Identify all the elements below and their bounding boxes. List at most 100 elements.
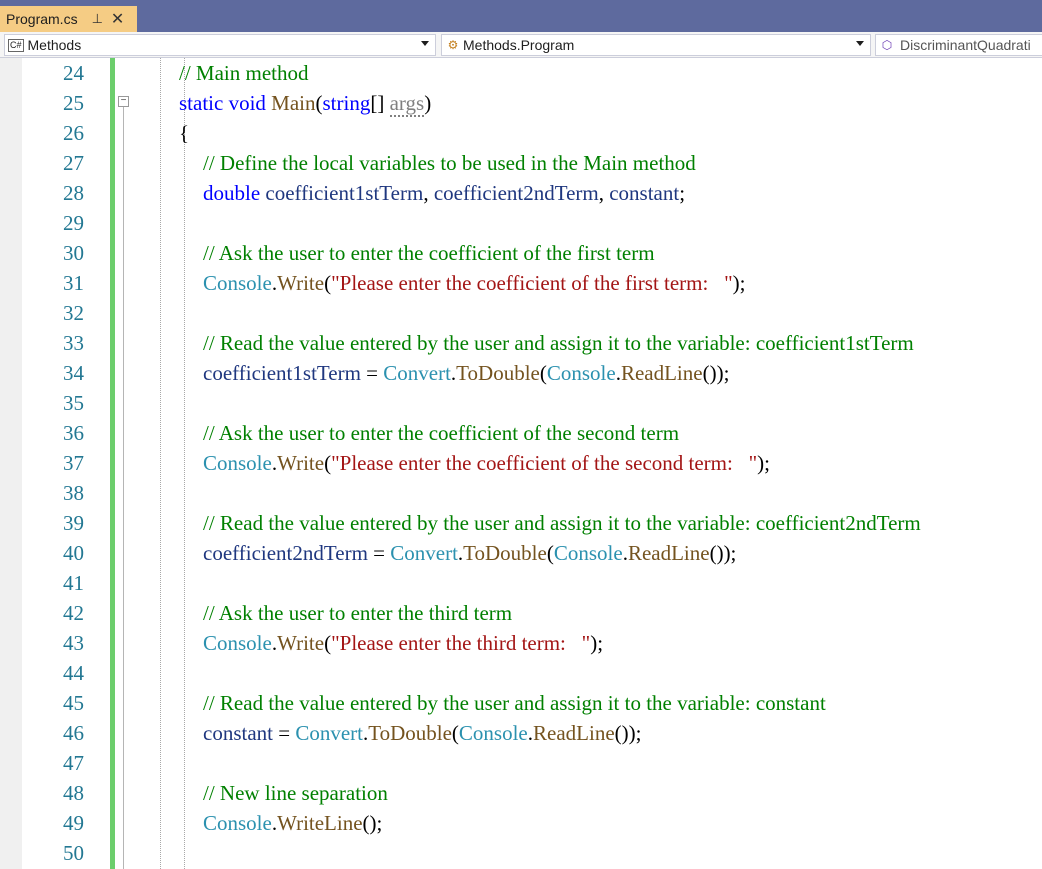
line-number: 48 (63, 781, 84, 805)
token-vr: coefficient2ndTerm (433, 181, 599, 205)
project-dropdown[interactable]: C# Methods (4, 34, 436, 56)
token-cm: // Ask the user to enter the third term (203, 601, 513, 625)
token-ty: Convert (295, 721, 363, 745)
token-vr: coefficient1stTerm (203, 361, 361, 385)
tab-program-cs[interactable]: Program.cs ⊥ ✕ (0, 6, 137, 32)
code-text: // Read the value entered by the user an… (203, 508, 921, 538)
close-icon[interactable]: ✕ (111, 9, 124, 29)
token-fn: ReadLine (533, 721, 615, 745)
token-st: "Please enter the coefficient of the fir… (331, 271, 733, 295)
code-line[interactable]: 30 // Ask the user to enter the coefficie… (0, 238, 1042, 268)
token-ty: Convert (390, 541, 458, 565)
line-number: 39 (63, 511, 84, 535)
method-icon: ⬡ (881, 38, 893, 52)
line-number: 40 (63, 541, 84, 565)
token-ty: Convert (383, 361, 451, 385)
code-text: Console.WriteLine(); (203, 808, 382, 838)
code-line[interactable]: 43 Console.Write("Please enter the third … (0, 628, 1042, 658)
token-pu: ) (424, 91, 432, 115)
code-line[interactable]: 36 // Ask the user to enter the coefficie… (0, 418, 1042, 448)
code-text: coefficient1stTerm = Convert.ToDouble(Co… (203, 358, 729, 388)
token-ty: Console (203, 811, 272, 835)
token-cm: // Main method (179, 61, 309, 85)
line-number: 50 (63, 841, 84, 865)
token-fn: ReadLine (620, 361, 703, 385)
token-fn: ToDouble (463, 541, 547, 565)
token-vr: constant (203, 721, 273, 745)
token-ty: Console (203, 271, 272, 295)
token-pu: ); (732, 271, 746, 295)
token-vr: coefficient2ndTerm (203, 541, 368, 565)
code-line[interactable]: 28 double coefficient1stTerm, coefficient… (0, 178, 1042, 208)
class-icon: ⚙ (447, 38, 459, 52)
token-cm: // New line separation (203, 781, 388, 805)
token-pu: = (360, 361, 384, 385)
token-cm: // Ask the user to enter the coefficient… (203, 241, 655, 265)
code-line[interactable]: 29 (0, 208, 1042, 238)
member-dropdown[interactable]: ⬡ DiscriminantQuadrati (875, 34, 1042, 56)
line-number: 44 (63, 661, 84, 685)
token-cm: // Ask the user to enter the coefficient… (203, 421, 680, 445)
pin-icon[interactable]: ⊥ (92, 11, 103, 27)
code-line[interactable]: 37 Console.Write("Please enter the coeffi… (0, 448, 1042, 478)
token-cm: // Read the value entered by the user an… (203, 691, 826, 715)
code-line[interactable]: 42 // Ask the user to enter the third ter… (0, 598, 1042, 628)
code-text: // Ask the user to enter the coefficient… (203, 418, 679, 448)
token-pu: , (598, 181, 610, 205)
code-text: double coefficient1stTerm, coefficient2n… (203, 178, 685, 208)
token-st: "Please enter the coefficient of the sec… (331, 451, 758, 475)
type-dropdown[interactable]: ⚙ Methods.Program (441, 34, 871, 56)
code-line[interactable]: 45 // Read the value entered by the user … (0, 688, 1042, 718)
token-pu: ()); (614, 721, 642, 745)
code-line[interactable]: 41 (0, 568, 1042, 598)
token-pu: ( (324, 271, 332, 295)
tab-title: Program.cs (6, 11, 78, 27)
code-line[interactable]: 50 (0, 838, 1042, 868)
token-cm: // Define the local variables to be used… (203, 151, 696, 175)
code-line[interactable]: 34 coefficient1stTerm = Convert.ToDouble(… (0, 358, 1042, 388)
code-text: // Read the value entered by the user an… (203, 688, 826, 718)
code-line[interactable]: 24 // Main method (0, 58, 1042, 88)
code-line[interactable]: 33 // Read the value entered by the user … (0, 328, 1042, 358)
document-tab-bar: Program.cs ⊥ ✕ (0, 0, 1042, 32)
token-un: args (389, 91, 425, 117)
token-ty: Console (553, 541, 623, 565)
code-line[interactable]: 31 Console.Write("Please enter the coeffi… (0, 268, 1042, 298)
code-line[interactable]: 38 (0, 478, 1042, 508)
token-fn: ToDouble (456, 361, 540, 385)
token-fn: Write (277, 451, 325, 475)
code-line[interactable]: 49 Console.WriteLine(); (0, 808, 1042, 838)
chevron-down-icon[interactable] (856, 41, 864, 46)
token-pu: , (423, 181, 434, 205)
code-line[interactable]: 25 static void Main(string[] args) (0, 88, 1042, 118)
token-pu: [] (370, 91, 390, 115)
code-editor[interactable]: − 24// Main method 25 static void Main(str… (0, 58, 1042, 869)
code-text: Console.Write("Please enter the third te… (203, 628, 603, 658)
line-number: 30 (63, 241, 84, 265)
token-ty: Console (458, 721, 528, 745)
code-line[interactable]: 27 // Define the local variables to be us… (0, 148, 1042, 178)
code-line[interactable]: 44 (0, 658, 1042, 688)
token-fn: ReadLine (627, 541, 710, 565)
token-fn: Write (277, 631, 325, 655)
member-dropdown-label: DiscriminantQuadrati (900, 37, 1031, 53)
code-text: // New line separation (203, 778, 388, 808)
token-st: "Please enter the third term: " (331, 631, 591, 655)
code-line[interactable]: 39 // Read the value entered by the user … (0, 508, 1042, 538)
code-line[interactable]: 32 (0, 298, 1042, 328)
line-number: 27 (63, 151, 84, 175)
code-text: constant = Convert.ToDouble(Console.Read… (203, 718, 641, 748)
code-line[interactable]: 40 coefficient2ndTerm = Convert.ToDouble(… (0, 538, 1042, 568)
code-line[interactable]: 46 constant = Convert.ToDouble(Console.Re… (0, 718, 1042, 748)
line-number: 36 (63, 421, 84, 445)
line-number: 26 (63, 121, 84, 145)
type-dropdown-label: Methods.Program (463, 37, 575, 53)
code-line[interactable]: 47 (0, 748, 1042, 778)
line-number: 42 (63, 601, 84, 625)
token-kw: static (179, 91, 224, 115)
code-line[interactable]: 48 // New line separation (0, 778, 1042, 808)
code-text: // Ask the user to enter the coefficient… (203, 238, 655, 268)
chevron-down-icon[interactable] (421, 41, 429, 46)
code-line[interactable]: 26 { (0, 118, 1042, 148)
code-line[interactable]: 35 (0, 388, 1042, 418)
